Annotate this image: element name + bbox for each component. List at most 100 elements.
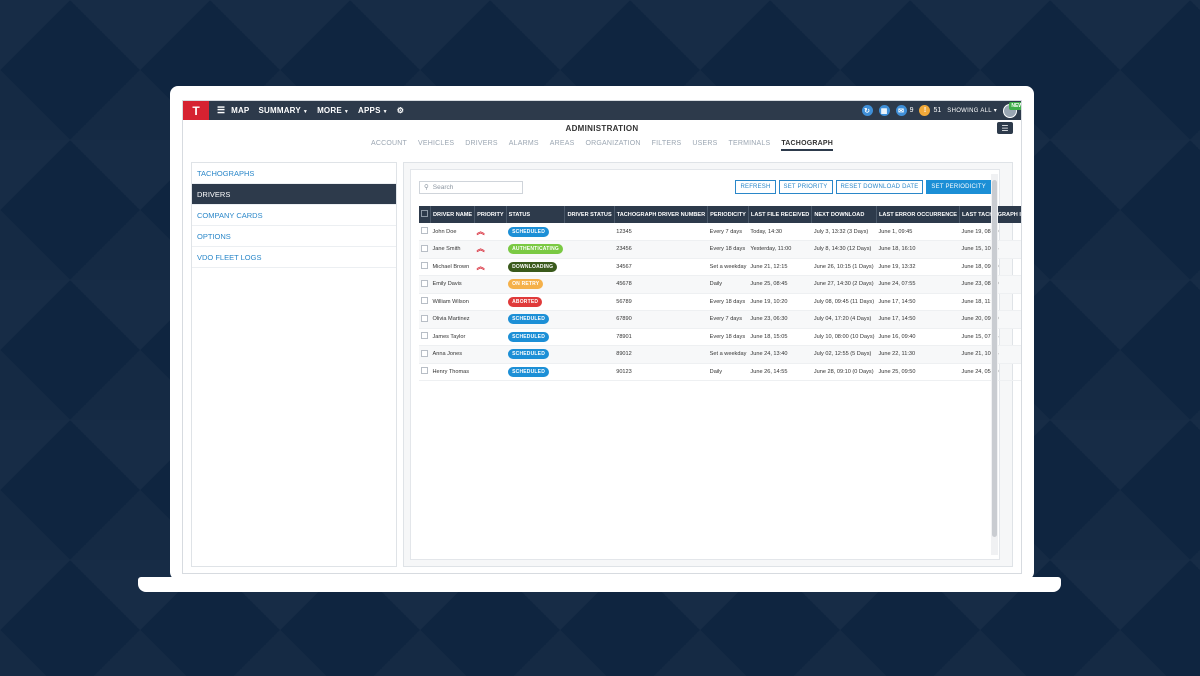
row-checkbox[interactable] [421,244,428,252]
checkbox-cell[interactable] [419,275,431,294]
reset-download-date-button[interactable]: RESET DOWNLOAD DATE [835,180,924,194]
driver-status-cell [564,275,615,294]
table-row[interactable]: James Taylor SCHEDULED 78901 Every 18 days J… [419,328,1021,346]
nav-more[interactable]: MORE ▼ [317,106,349,115]
menu-icon[interactable]: ☰ [997,122,1013,134]
tab-areas[interactable]: AREAS [550,140,575,151]
driver-name: Anna Jones [432,351,463,358]
row-checkbox[interactable] [421,227,428,234]
nav-summary[interactable]: SUMMARY ▼ [258,106,308,115]
last-file-received: June 26, 14:55 [750,368,788,375]
table-row[interactable]: William Wilson ABORTED 56789 Every 18 days J… [419,293,1021,311]
scrollbar-thumb[interactable] [992,180,997,537]
driver-name-cell: Olivia Martinez [430,310,475,329]
tachograph-driver-number: 12345 [616,228,632,235]
brand-logo[interactable]: T [183,101,209,120]
status-cell: SCHEDULED [506,310,565,329]
checkbox-cell[interactable] [419,345,431,364]
sidebar-item-options[interactable]: OPTIONS [192,226,396,247]
tab-account[interactable]: ACCOUNT [371,140,407,151]
search-icon: ⚲ [424,184,429,191]
column-header[interactable]: PERIODICITY [707,206,749,223]
message-icon[interactable]: ✉ [895,105,907,116]
row-checkbox[interactable] [421,367,428,375]
column-header[interactable]: DRIVER NAME [430,206,476,223]
select-all-checkbox[interactable] [421,210,428,217]
scrollbar[interactable] [991,174,998,555]
driver-name: Emily Davis [432,281,462,288]
tab-users[interactable]: USERS [692,140,717,151]
sidebar-item-company-cards[interactable]: COMPANY CARDS [192,205,396,226]
column-header[interactable]: NEXT DOWNLOAD [811,206,877,223]
row-checkbox[interactable] [421,279,428,287]
driver-name-cell: Michael Brown [430,258,475,276]
checkbox-cell[interactable] [419,293,431,311]
driver-name: Jane Smith [432,246,461,253]
showing-filter[interactable]: SHOWING ALL ▾ [947,107,997,114]
table-row[interactable]: Michael Brown ︽ DOWNLOADING 34567 Set a week… [419,258,1021,276]
priority-high-icon: ︽ [476,226,485,236]
checkbox-cell[interactable] [419,363,431,381]
column-header[interactable]: LAST ERROR OCCURRENCE [876,206,961,223]
next-download: June 26, 10:15 (1 Days) [813,263,874,270]
tachograph-icon[interactable]: ↻ [861,105,873,116]
tab-filters[interactable]: FILTERS [652,140,682,151]
tab-tachograph[interactable]: TACHOGRAPH [781,140,833,151]
tab-vehicles[interactable]: VEHICLES [418,140,454,151]
tachograph-driver-number: 34567 [616,263,632,270]
table-row[interactable]: Henry Thomas SCHEDULED 90123 Daily June 26, … [419,363,1021,381]
settings-gear-icon[interactable]: ⚙ [397,106,404,115]
alert-icon[interactable]: ! [919,105,931,116]
checkbox-cell[interactable] [419,310,431,329]
row-checkbox[interactable] [421,332,428,340]
set-priority-button[interactable]: SET PRIORITY [778,180,833,194]
tab-drivers[interactable]: DRIVERS [465,140,498,151]
tachograph-driver-number: 56789 [616,298,632,305]
set-periodicity-button[interactable]: SET PERIODICITY [926,180,991,194]
table-row[interactable]: John Doe ︽ SCHEDULED 12345 Every 7 days Today… [419,223,1021,241]
checkbox-cell[interactable] [419,258,431,276]
nav-apps[interactable]: APPS ▼ [358,106,388,115]
status-cell: SCHEDULED [506,363,565,381]
checkbox-cell[interactable] [419,223,431,241]
hamburger-menu-icon[interactable]: ☰ [217,105,225,116]
checkbox-cell[interactable] [419,328,431,346]
sidebar-item-vdo-fleet-logs[interactable]: VDO FLEET LOGS [192,247,396,268]
last-error-occurrence: June 17, 14:50 [878,316,916,323]
nav-map[interactable]: MAP [231,106,249,115]
number-cell: 90123 [614,363,708,381]
user-avatar[interactable]: NEW [1003,101,1021,118]
last-error-occurrence: June 24, 07:55 [878,281,916,288]
next-download: July 04, 17:20 (4 Days) [813,316,872,323]
last-error-cell: June 25, 09:50 [876,363,960,381]
row-checkbox[interactable] [421,297,428,305]
search-placeholder: Search [432,183,454,191]
refresh-button[interactable]: REFRESH [735,180,776,194]
tachograph-driver-number: 89012 [616,351,632,358]
sidebar-item-drivers[interactable]: DRIVERS [192,184,396,205]
row-checkbox[interactable] [421,314,428,322]
new-badge: NEW [1009,101,1021,110]
tab-terminals[interactable]: TERMINALS [728,140,770,151]
column-header[interactable]: TACHOGRAPH DRIVER NUMBER [614,206,709,223]
column-header[interactable]: DRIVER STATUS [564,206,615,223]
priority-cell: ︽ [474,223,507,241]
column-header[interactable]: PRIORITY [474,206,507,223]
tachograph-driver-number: 67890 [616,316,632,323]
sidebar-item-tachographs[interactable]: TACHOGRAPHS [192,163,396,184]
last-file-cell: Yesterday, 11:00 [748,240,812,259]
tab-organization[interactable]: ORGANIZATION [586,140,641,151]
checkbox-cell[interactable] [419,240,431,259]
table-row[interactable]: Jane Smith ︽ AUTHENTICATING 23456 Every 18 d… [419,240,1021,259]
tab-alarms[interactable]: ALARMS [509,140,539,151]
column-header[interactable]: LAST FILE RECEIVED [748,206,813,223]
table-row[interactable]: Olivia Martinez SCHEDULED 67890 Every 7 day… [419,310,1021,329]
column-header[interactable]: STATUS [506,206,566,223]
search-input[interactable]: ⚲ Search [419,180,523,194]
table-row[interactable]: Emily Davis ON RETRY 45678 Daily June 25, 08… [419,275,1021,294]
row-checkbox[interactable] [421,262,428,270]
calendar-icon[interactable]: ▦ [878,105,890,116]
table-row[interactable]: Anna Jones SCHEDULED 89012 Set a weekday Jun… [419,345,1021,364]
driver-name: Henry Thomas [432,368,470,375]
row-checkbox[interactable] [421,349,428,357]
